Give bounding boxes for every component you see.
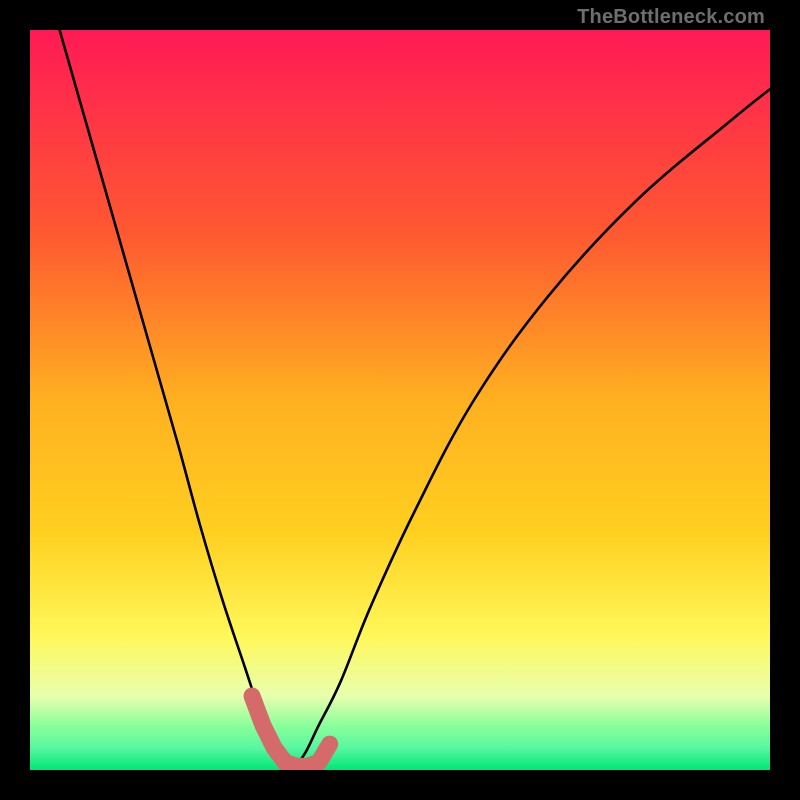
chart-frame: TheBottleneck.com [0, 0, 800, 800]
valley-marker [252, 696, 330, 766]
chart-svg [30, 30, 770, 770]
bottleneck-curve [60, 30, 770, 770]
watermark-text: TheBottleneck.com [577, 6, 765, 29]
plot-area [30, 30, 770, 770]
